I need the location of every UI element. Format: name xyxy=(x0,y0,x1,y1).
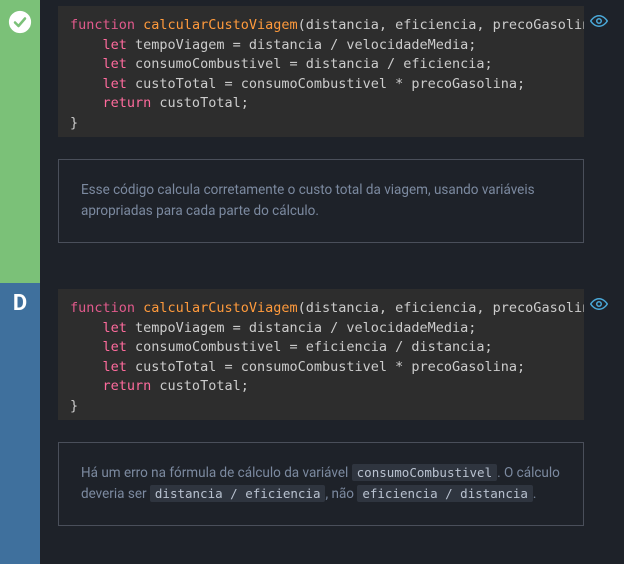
code-block[interactable]: function calcularCustoViagem(distancia, … xyxy=(58,289,584,420)
gutter-correct xyxy=(0,0,40,283)
code-wrap: function calcularCustoViagem(distancia, … xyxy=(58,289,606,420)
inline-code: distancia / eficiencia xyxy=(150,485,326,502)
option-letter: D xyxy=(13,291,27,564)
inline-code: consumoCombustivel xyxy=(352,464,497,481)
eye-icon[interactable] xyxy=(590,12,608,34)
explanation-text: Esse código calcula corretamente o custo… xyxy=(81,182,535,219)
answer-panel-correct: function calcularCustoViagem(distancia, … xyxy=(0,0,624,283)
code-wrap: function calcularCustoViagem(distancia, … xyxy=(58,6,606,137)
gutter-option-d: D xyxy=(0,283,40,564)
eye-icon[interactable] xyxy=(590,295,608,317)
answer-panel-d: D function calcularCustoViagem(distancia… xyxy=(0,283,624,564)
code-block[interactable]: function calcularCustoViagem(distancia, … xyxy=(58,6,584,137)
explanation-text: Há um erro na fórmula de cálculo da vari… xyxy=(81,465,560,502)
explanation-box: Esse código calcula corretamente o custo… xyxy=(58,159,584,243)
panel-content: function calcularCustoViagem(distancia, … xyxy=(40,0,624,283)
panel-content: function calcularCustoViagem(distancia, … xyxy=(40,283,624,564)
inline-code: eficiencia / distancia xyxy=(357,485,533,502)
check-circle-icon xyxy=(8,10,32,34)
explanation-box: Há um erro na fórmula de cálculo da vari… xyxy=(58,442,584,526)
